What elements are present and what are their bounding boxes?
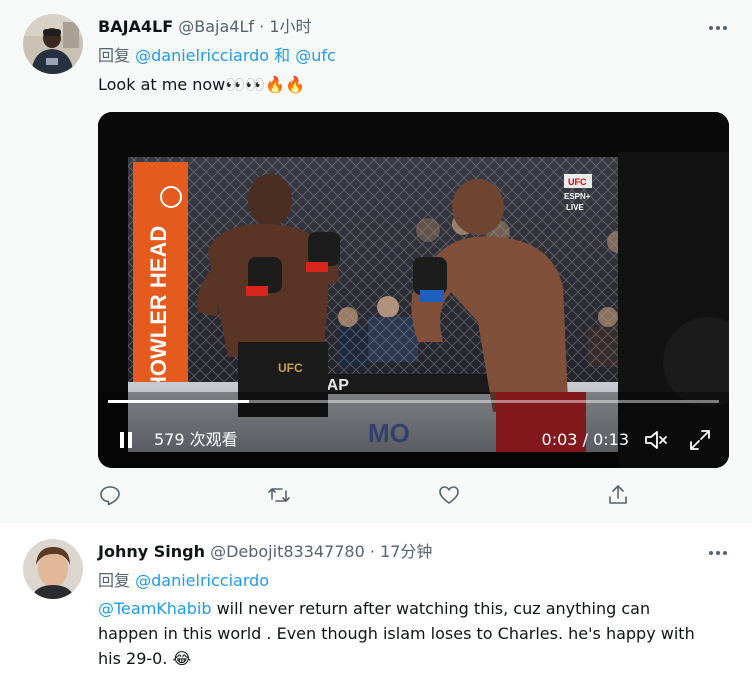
avatar[interactable] xyxy=(23,14,83,74)
video-frame: HOWLER HEAD MANSCAP MO UFC xyxy=(98,112,729,468)
replying-to-and: 和 xyxy=(274,46,291,65)
tweet-1[interactable]: BAJA4LF @Baja4Lf · 1小时 回复 @danielricciar… xyxy=(0,0,752,523)
mention-link[interactable]: @ufc xyxy=(295,46,336,65)
view-count: 579 次观看 xyxy=(154,430,238,449)
reply-icon[interactable] xyxy=(98,483,122,507)
separator-dot: · xyxy=(369,542,375,561)
ufc-badge: UFC xyxy=(568,177,587,187)
tweet-actions xyxy=(98,483,658,511)
timestamp[interactable]: 1小时 xyxy=(269,17,311,36)
tweet-header: BAJA4LF @Baja4Lf · 1小时 xyxy=(98,16,312,38)
timestamp[interactable]: 17分钟 xyxy=(380,542,432,561)
tweet-header: Johny Singh @Debojit83347780 · 17分钟 xyxy=(98,541,432,563)
broadcaster-label: ESPN+ xyxy=(564,192,591,201)
tweet-text-line-2: happen in this world . Even though islam… xyxy=(98,624,695,643)
video-time: 0:03 / 0:13 xyxy=(542,429,629,451)
live-label: LIVE xyxy=(566,203,584,212)
video-player[interactable]: HOWLER HEAD MANSCAP MO UFC xyxy=(98,112,729,468)
retweet-icon[interactable] xyxy=(267,483,291,507)
tweet-text: @TeamKhabib will never return after watc… xyxy=(98,596,728,671)
like-icon[interactable] xyxy=(437,483,461,507)
tweet-text-line-1: @TeamKhabib will never return after watc… xyxy=(98,596,728,621)
share-icon[interactable] xyxy=(606,483,630,507)
fullscreen-icon[interactable] xyxy=(688,428,712,452)
mention-link[interactable]: @danielricciardo xyxy=(135,571,269,590)
video-progress-fill xyxy=(108,400,249,403)
mention-link[interactable]: @danielricciardo xyxy=(135,46,269,65)
user-handle[interactable]: @Baja4Lf xyxy=(178,17,254,36)
tweet-text: Look at me now👀👀🔥🔥 xyxy=(98,75,305,94)
more-options-icon[interactable] xyxy=(708,18,728,38)
time-separator: / xyxy=(582,430,588,449)
separator-dot: · xyxy=(259,17,265,36)
display-name[interactable]: BAJA4LF xyxy=(98,17,173,36)
mention-link[interactable]: @TeamKhabib xyxy=(98,599,211,618)
time-total: 0:13 xyxy=(593,430,629,449)
mute-icon[interactable] xyxy=(643,428,669,452)
sponsor-banner-text: HOWLER HEAD xyxy=(146,226,171,392)
pause-icon[interactable] xyxy=(116,430,136,450)
replying-to-label: 回复 xyxy=(98,571,131,590)
replying-to-label: 回复 xyxy=(98,46,131,65)
avatar[interactable] xyxy=(23,539,83,599)
more-options-icon[interactable] xyxy=(708,543,728,563)
replying-to: 回复 @danielricciardo xyxy=(98,570,269,592)
tweet-2[interactable]: Johny Singh @Debojit83347780 · 17分钟 回复 @… xyxy=(0,523,752,681)
replying-to: 回复 @danielricciardo 和 @ufc xyxy=(98,45,336,67)
fighter-shorts-label: UFC xyxy=(278,361,303,375)
time-current: 0:03 xyxy=(541,430,578,449)
video-progress-bar[interactable] xyxy=(108,400,719,403)
user-handle[interactable]: @Debojit83347780 xyxy=(210,542,365,561)
display-name[interactable]: Johny Singh xyxy=(98,542,205,561)
tweet-text-line-3: his 29-0. 😂 xyxy=(98,649,192,668)
tweet-text-fragment: will never return after watching this, c… xyxy=(211,599,651,618)
